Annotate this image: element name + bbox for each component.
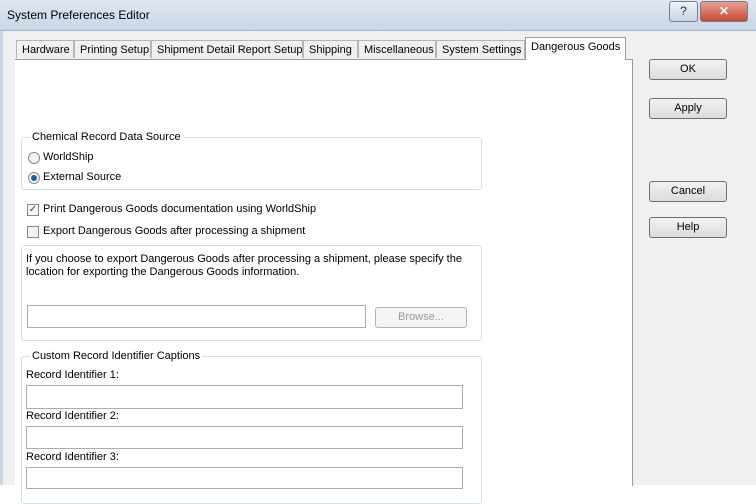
record-identifier-3-label: Record Identifier 3: (26, 451, 119, 463)
print-dg-label[interactable]: Print Dangerous Goods documentation usin… (43, 203, 316, 215)
help-button[interactable]: Help (649, 217, 727, 238)
tab-system-settings[interactable]: System Settings (436, 40, 525, 58)
ok-button[interactable]: OK (649, 59, 727, 80)
dialog-client: Hardware Printing Setup Shipment Detail … (0, 31, 756, 504)
tab-hardware[interactable]: Hardware (16, 40, 74, 58)
record-identifier-2-input[interactable] (26, 426, 463, 449)
export-info-line1: If you choose to export Dangerous Goods … (26, 253, 462, 265)
chemical-record-group-title: Chemical Record Data Source (30, 131, 183, 143)
export-location-group: If you choose to export Dangerous Goods … (21, 245, 482, 341)
tab-miscellaneous[interactable]: Miscellaneous (358, 40, 436, 58)
tab-dangerous-goods[interactable]: Dangerous Goods (525, 37, 626, 60)
tab-shipping[interactable]: Shipping (303, 40, 358, 58)
external-source-radio[interactable] (28, 172, 40, 184)
export-path-input[interactable] (27, 305, 366, 328)
radio-selected-dot (31, 175, 37, 181)
browse-button[interactable]: Browse... (375, 307, 467, 328)
custom-captions-group: Custom Record Identifier Captions Record… (21, 350, 482, 504)
close-icon[interactable]: ✕ (700, 1, 748, 22)
record-identifier-2-label: Record Identifier 2: (26, 410, 119, 422)
custom-captions-group-title: Custom Record Identifier Captions (30, 350, 203, 362)
help-icon[interactable]: ? (669, 1, 698, 22)
cancel-button[interactable]: Cancel (649, 181, 727, 202)
dangerous-goods-panel: Chemical Record Data Source WorldShip Ex… (15, 59, 633, 504)
tab-printing-setup[interactable]: Printing Setup (74, 40, 151, 58)
worldship-radio-label[interactable]: WorldShip (43, 151, 94, 163)
record-identifier-3-input[interactable] (26, 467, 463, 489)
apply-button[interactable]: Apply (649, 98, 727, 119)
title-bar: System Preferences Editor ? ✕ (0, 0, 756, 31)
export-info-line2: location for exporting the Dangerous Goo… (26, 266, 300, 278)
window-left-border (0, 31, 3, 485)
external-source-radio-label[interactable]: External Source (43, 171, 121, 183)
export-dg-checkbox[interactable] (27, 226, 39, 238)
worldship-radio[interactable] (28, 152, 40, 164)
record-identifier-1-label: Record Identifier 1: (26, 369, 119, 381)
tab-shipment-detail-report-setup[interactable]: Shipment Detail Report Setup (151, 40, 303, 58)
record-identifier-1-input[interactable] (26, 385, 463, 409)
print-dg-checkbox[interactable]: ✓ (27, 204, 39, 216)
export-dg-label[interactable]: Export Dangerous Goods after processing … (43, 225, 305, 237)
window-title: System Preferences Editor (7, 8, 150, 22)
chemical-record-group: Chemical Record Data Source WorldShip Ex… (21, 131, 482, 190)
